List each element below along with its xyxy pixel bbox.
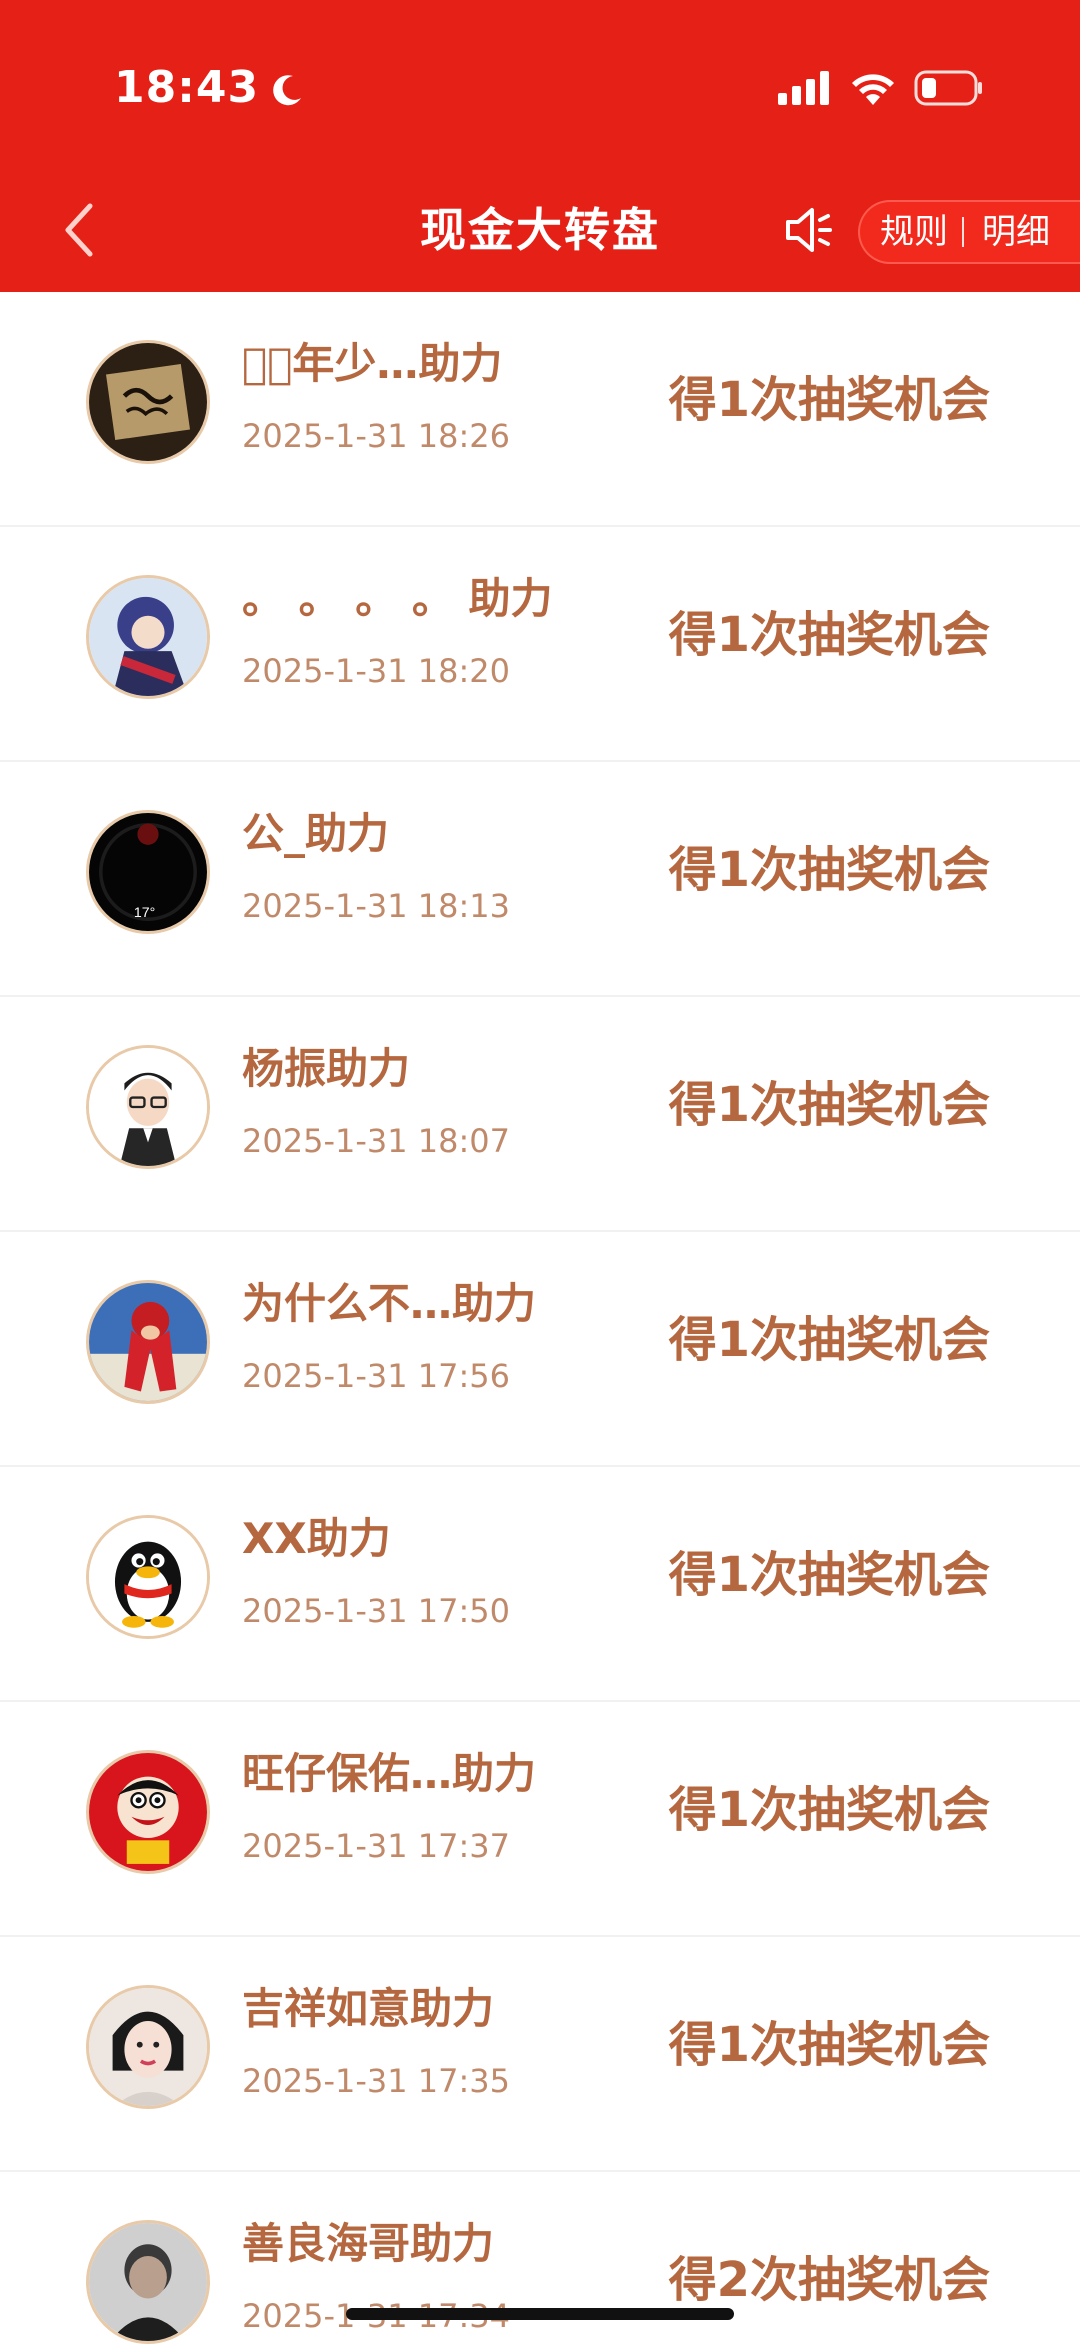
item-reward: 得1次抽奖机会 <box>668 1077 990 1133</box>
item-name: ঔ͙年少…助力 <box>242 339 503 388</box>
item-reward: 得1次抽奖机会 <box>668 1547 990 1603</box>
item-time: 2025-1-31 18:07 <box>242 1122 510 1160</box>
item-reward: 得1次抽奖机会 <box>668 1782 990 1838</box>
list-item: 旺仔保佑…助力 2025-1-31 17:37 得1次抽奖机会 <box>0 1702 1080 1937</box>
details-link[interactable]: 明细 <box>964 200 1050 264</box>
list-item: 杨振助力 2025-1-31 18:07 得1次抽奖机会 <box>0 997 1080 1232</box>
calligraphy-avatar <box>86 340 210 464</box>
wangzai-avatar <box>86 1750 210 1874</box>
svg-text:17°: 17° <box>134 905 155 921</box>
item-time: 2025-1-31 17:35 <box>242 2062 510 2100</box>
item-reward: 得1次抽奖机会 <box>668 2017 990 2073</box>
list-item: 吉祥如意助力 2025-1-31 17:35 得1次抽奖机会 <box>0 1937 1080 2172</box>
item-name: XX助力 <box>242 1514 391 1563</box>
item-name: 为什么不…助力 <box>242 1279 537 1328</box>
header: 18:43 现金大转盘 规则 明细 <box>0 0 1080 292</box>
item-name: 公_助力 <box>242 809 390 858</box>
screen: 18:43 现金大转盘 规则 明细 ঔ͙年少…助力 2025-1-31 18:2… <box>0 0 1080 2348</box>
item-reward: 得2次抽奖机会 <box>668 2252 990 2308</box>
item-time: 2025-1-31 18:13 <box>242 887 510 925</box>
woman-photo-avatar <box>86 1985 210 2109</box>
list-item: 17° 公_助力 2025-1-31 18:13 得1次抽奖机会 <box>0 762 1080 997</box>
item-name: 旺仔保佑…助力 <box>242 1749 537 1798</box>
status-icons <box>778 66 984 110</box>
item-time: 2025-1-31 17:56 <box>242 1357 510 1395</box>
item-time: 2025-1-31 18:20 <box>242 652 510 690</box>
home-indicator[interactable] <box>346 2308 734 2320</box>
battery-low-icon <box>914 70 982 106</box>
list-item: 善良海哥助力 2025-1-31 17:34 得2次抽奖机会 <box>0 2172 1080 2348</box>
assist-record-list: ঔ͙年少…助力 2025-1-31 18:26 得1次抽奖机会 。 。 。 。 … <box>0 292 1080 2348</box>
item-name: 吉祥如意助力 <box>242 1984 495 2033</box>
status-time-text: 18:43 <box>114 62 260 113</box>
man-photo-avatar <box>86 2220 210 2344</box>
item-time: 2025-1-31 17:50 <box>242 1592 510 1630</box>
moon-icon <box>267 68 307 108</box>
red-scarf-avatar <box>86 1280 210 1404</box>
nav-bar: 现金大转盘 规则 明细 <box>0 180 1080 280</box>
dark-watch-avatar: 17° <box>86 810 210 934</box>
rules-link[interactable]: 规则 <box>860 200 962 264</box>
list-item: 为什么不…助力 2025-1-31 17:56 得1次抽奖机会 <box>0 1232 1080 1467</box>
rules-details-pill: 规则 明细 <box>858 200 1080 264</box>
item-name: 。 。 。 。 助力 <box>242 574 553 623</box>
list-item: 。 。 。 。 助力 2025-1-31 18:20 得1次抽奖机会 <box>0 527 1080 762</box>
item-name: 善良海哥助力 <box>242 2219 495 2268</box>
list-item: XX助力 2025-1-31 17:50 得1次抽奖机会 <box>0 1467 1080 1702</box>
item-time: 2025-1-31 18:26 <box>242 417 510 455</box>
item-reward: 得1次抽奖机会 <box>668 1312 990 1368</box>
item-time: 2025-1-31 17:37 <box>242 1827 510 1865</box>
item-reward: 得1次抽奖机会 <box>668 607 990 663</box>
item-name: 杨振助力 <box>242 1044 411 1093</box>
anime-girl-avatar <box>86 575 210 699</box>
speaker-icon <box>786 208 832 252</box>
item-reward: 得1次抽奖机会 <box>668 372 990 428</box>
sound-button[interactable] <box>784 204 840 256</box>
penguin-avatar <box>86 1515 210 1639</box>
cartoon-man-glasses-avatar <box>86 1045 210 1169</box>
cellular-signal-icon <box>778 71 829 105</box>
wifi-icon <box>852 74 894 105</box>
item-reward: 得1次抽奖机会 <box>668 842 990 898</box>
list-item: ঔ͙年少…助力 2025-1-31 18:26 得1次抽奖机会 <box>0 292 1080 527</box>
status-time: 18:43 <box>114 60 307 116</box>
